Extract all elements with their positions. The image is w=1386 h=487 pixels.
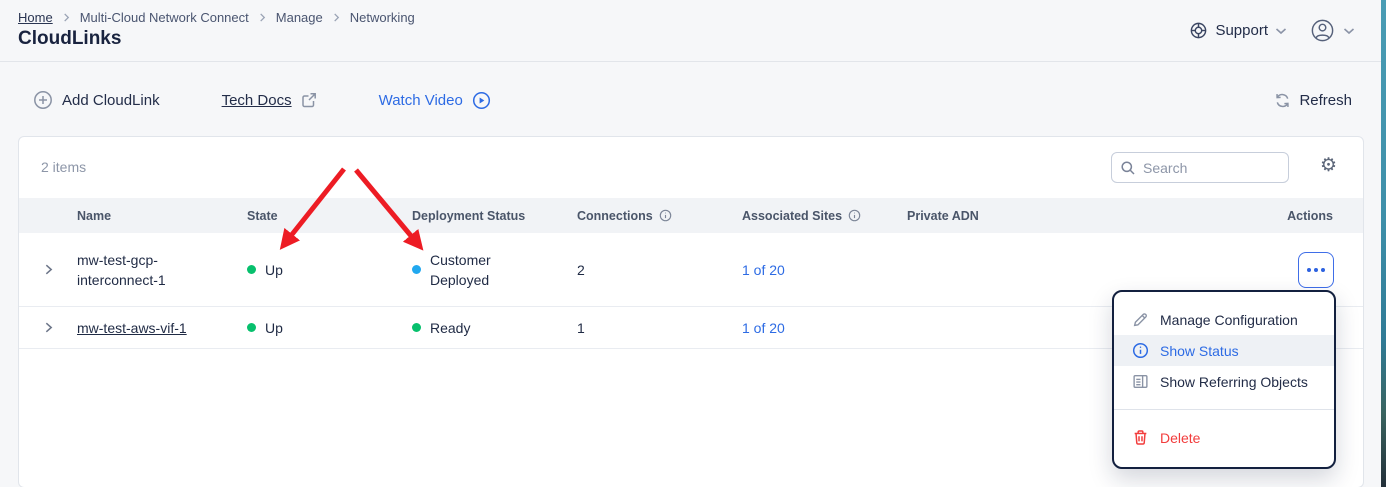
cloudlink-name[interactable]: mw-test-aws-vif-1	[77, 318, 247, 338]
support-menu[interactable]: Support	[1189, 21, 1287, 40]
info-icon[interactable]	[848, 209, 861, 222]
header-actions: Actions	[1247, 209, 1363, 223]
state-cell: Up	[247, 262, 412, 278]
refresh-button[interactable]: Refresh	[1274, 84, 1352, 116]
menu-item-delete[interactable]: Delete	[1114, 422, 1334, 453]
menu-item-label: Show Referring Objects	[1160, 374, 1308, 390]
deployment-dot	[412, 265, 421, 274]
header-connections: Connections	[577, 209, 742, 223]
cloudlink-name[interactable]: mw-test-gcp-interconnect-1	[77, 250, 247, 290]
menu-item-manage-configuration[interactable]: Manage Configuration	[1114, 304, 1334, 335]
row-actions-context-menu: Manage Configuration Show Status Show Re…	[1112, 290, 1336, 469]
page-title: CloudLinks	[18, 28, 121, 50]
deployment-label: Ready	[430, 318, 470, 338]
search-icon	[1120, 160, 1136, 176]
chevron-down-icon	[1343, 27, 1355, 35]
state-label: Up	[265, 262, 283, 278]
menu-item-show-referring-objects[interactable]: Show Referring Objects	[1114, 366, 1334, 397]
row-expander-chevron[interactable]	[19, 321, 77, 334]
menu-item-label: Delete	[1160, 430, 1200, 446]
referring-objects-icon	[1132, 373, 1149, 390]
header-right: Support	[1189, 17, 1355, 44]
associated-sites-link[interactable]: 1 of 20	[742, 262, 907, 278]
menu-item-label: Show Status	[1160, 343, 1239, 359]
pencil-icon	[1132, 311, 1149, 328]
chevron-right-icon	[258, 13, 267, 22]
chevron-right-icon	[332, 13, 341, 22]
breadcrumb-mcn-connect[interactable]: Multi-Cloud Network Connect	[80, 10, 249, 25]
action-toolbar: Add CloudLink Tech Docs Watch Video	[33, 84, 491, 116]
add-cloudlink-button[interactable]: Add CloudLink	[33, 90, 160, 110]
chevron-down-icon	[1275, 27, 1287, 35]
refresh-label: Refresh	[1299, 92, 1352, 109]
header-name: Name	[77, 209, 247, 223]
state-cell: Up	[247, 320, 412, 336]
breadcrumb-networking[interactable]: Networking	[350, 10, 415, 25]
breadcrumb-manage[interactable]: Manage	[276, 10, 323, 25]
refresh-icon	[1274, 92, 1291, 109]
menu-divider	[1114, 409, 1334, 410]
deployment-status-cell: Customer Deployed	[412, 250, 577, 290]
watch-video-label: Watch Video	[379, 92, 463, 109]
breadcrumb-home[interactable]: Home	[18, 10, 53, 25]
header-associated-sites: Associated Sites	[742, 209, 907, 223]
header-private-adn: Private ADN	[907, 209, 1247, 223]
deployment-label: Customer Deployed	[430, 250, 522, 290]
actions-cell	[1247, 252, 1363, 288]
breadcrumb: Home Multi-Cloud Network Connect Manage …	[18, 10, 415, 25]
associated-sites-link[interactable]: 1 of 20	[742, 320, 907, 336]
deployment-dot	[412, 323, 421, 332]
menu-item-label: Manage Configuration	[1160, 312, 1298, 328]
table-topbar: 2 items ⚙	[19, 137, 1363, 198]
tech-docs-label: Tech Docs	[222, 92, 292, 109]
row-actions-button[interactable]	[1298, 252, 1334, 288]
connections-count: 2	[577, 262, 742, 278]
deployment-status-cell: Ready	[412, 318, 577, 338]
user-account-menu[interactable]	[1309, 17, 1355, 44]
state-dot	[247, 323, 256, 332]
tech-docs-link[interactable]: Tech Docs	[222, 92, 317, 109]
connections-count: 1	[577, 320, 742, 336]
cloudlinks-page: Home Multi-Cloud Network Connect Manage …	[0, 0, 1386, 487]
plus-circle-icon	[33, 90, 53, 110]
info-circle-icon	[1132, 342, 1149, 359]
top-header: Home Multi-Cloud Network Connect Manage …	[0, 0, 1381, 62]
info-icon[interactable]	[659, 209, 672, 222]
items-count: 2 items	[41, 159, 86, 175]
header-deployment-status: Deployment Status	[412, 209, 577, 223]
table-header-row: Name State Deployment Status Connections…	[19, 198, 1363, 233]
state-dot	[247, 265, 256, 274]
add-cloudlink-label: Add CloudLink	[62, 92, 160, 109]
chevron-right-icon	[62, 13, 71, 22]
header-state: State	[247, 209, 412, 223]
play-circle-icon	[472, 91, 491, 110]
watch-video-link[interactable]: Watch Video	[379, 91, 491, 110]
state-label: Up	[265, 320, 283, 336]
row-expander-chevron[interactable]	[19, 263, 77, 276]
life-ring-icon	[1189, 21, 1208, 40]
support-label: Support	[1215, 22, 1268, 39]
search-input[interactable]	[1143, 160, 1280, 176]
gear-icon[interactable]: ⚙	[1320, 156, 1337, 175]
search-box	[1111, 152, 1289, 183]
external-link-icon	[301, 92, 317, 108]
user-avatar-icon	[1309, 17, 1336, 44]
window-edge-strip	[1381, 0, 1386, 487]
menu-item-show-status[interactable]: Show Status	[1114, 335, 1334, 366]
trash-icon	[1132, 429, 1149, 446]
